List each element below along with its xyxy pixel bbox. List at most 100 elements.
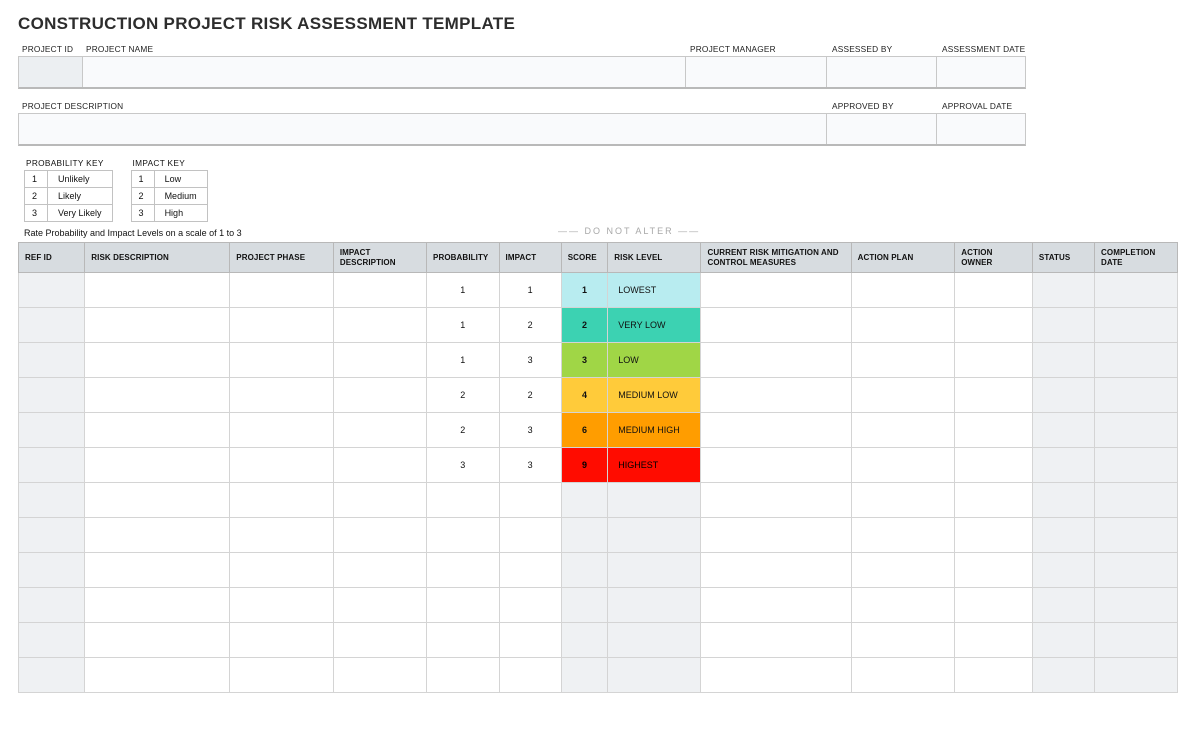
cell-probability[interactable]: 3	[427, 448, 500, 483]
cell-action-plan[interactable]	[851, 588, 955, 623]
cell-completion-date[interactable]	[1095, 623, 1178, 658]
cell-impact[interactable]	[499, 623, 561, 658]
cell-probability[interactable]	[427, 623, 500, 658]
cell-status[interactable]	[1032, 448, 1094, 483]
input-project-id[interactable]	[19, 57, 83, 87]
cell-risk-description[interactable]	[85, 623, 230, 658]
cell-action-plan[interactable]	[851, 623, 955, 658]
cell-impact[interactable]	[499, 658, 561, 693]
cell-ref-id[interactable]	[19, 623, 85, 658]
cell-impact-description[interactable]	[333, 588, 426, 623]
cell-impact-description[interactable]	[333, 413, 426, 448]
cell-risk-description[interactable]	[85, 413, 230, 448]
cell-project-phase[interactable]	[230, 413, 334, 448]
cell-current-mitigation[interactable]	[701, 588, 851, 623]
cell-impact-description[interactable]	[333, 658, 426, 693]
cell-status[interactable]	[1032, 553, 1094, 588]
cell-project-phase[interactable]	[230, 658, 334, 693]
cell-impact[interactable]: 2	[499, 308, 561, 343]
cell-current-mitigation[interactable]	[701, 413, 851, 448]
cell-current-mitigation[interactable]	[701, 308, 851, 343]
cell-action-plan[interactable]	[851, 413, 955, 448]
cell-probability[interactable]: 2	[427, 413, 500, 448]
cell-ref-id[interactable]	[19, 448, 85, 483]
cell-status[interactable]	[1032, 273, 1094, 308]
cell-completion-date[interactable]	[1095, 413, 1178, 448]
cell-current-mitigation[interactable]	[701, 553, 851, 588]
cell-probability[interactable]	[427, 588, 500, 623]
cell-risk-description[interactable]	[85, 658, 230, 693]
cell-current-mitigation[interactable]	[701, 343, 851, 378]
input-approved-by[interactable]	[827, 114, 937, 144]
cell-risk-description[interactable]	[85, 343, 230, 378]
cell-risk-description[interactable]	[85, 448, 230, 483]
cell-completion-date[interactable]	[1095, 483, 1178, 518]
cell-status[interactable]	[1032, 308, 1094, 343]
cell-ref-id[interactable]	[19, 308, 85, 343]
cell-impact-description[interactable]	[333, 623, 426, 658]
cell-completion-date[interactable]	[1095, 658, 1178, 693]
cell-action-owner[interactable]	[955, 448, 1033, 483]
cell-probability[interactable]: 2	[427, 378, 500, 413]
cell-action-plan[interactable]	[851, 518, 955, 553]
cell-action-owner[interactable]	[955, 483, 1033, 518]
cell-action-owner[interactable]	[955, 273, 1033, 308]
cell-probability[interactable]: 1	[427, 273, 500, 308]
input-project-manager[interactable]	[686, 57, 828, 87]
cell-impact-description[interactable]	[333, 343, 426, 378]
cell-action-owner[interactable]	[955, 553, 1033, 588]
cell-completion-date[interactable]	[1095, 553, 1178, 588]
cell-impact-description[interactable]	[333, 448, 426, 483]
cell-impact[interactable]: 2	[499, 378, 561, 413]
cell-ref-id[interactable]	[19, 553, 85, 588]
cell-probability[interactable]	[427, 518, 500, 553]
input-project-description[interactable]	[19, 114, 827, 144]
cell-risk-description[interactable]	[85, 273, 230, 308]
cell-action-owner[interactable]	[955, 378, 1033, 413]
cell-status[interactable]	[1032, 658, 1094, 693]
cell-status[interactable]	[1032, 378, 1094, 413]
input-assessment-date[interactable]	[937, 57, 1025, 87]
cell-project-phase[interactable]	[230, 273, 334, 308]
cell-ref-id[interactable]	[19, 518, 85, 553]
cell-ref-id[interactable]	[19, 378, 85, 413]
cell-risk-description[interactable]	[85, 588, 230, 623]
cell-status[interactable]	[1032, 623, 1094, 658]
cell-ref-id[interactable]	[19, 588, 85, 623]
cell-completion-date[interactable]	[1095, 308, 1178, 343]
cell-impact[interactable]: 3	[499, 413, 561, 448]
cell-action-plan[interactable]	[851, 343, 955, 378]
cell-current-mitigation[interactable]	[701, 448, 851, 483]
cell-action-plan[interactable]	[851, 448, 955, 483]
cell-impact[interactable]: 3	[499, 343, 561, 378]
cell-action-owner[interactable]	[955, 623, 1033, 658]
cell-ref-id[interactable]	[19, 343, 85, 378]
cell-completion-date[interactable]	[1095, 448, 1178, 483]
cell-completion-date[interactable]	[1095, 343, 1178, 378]
input-approval-date[interactable]	[937, 114, 1025, 144]
cell-action-plan[interactable]	[851, 553, 955, 588]
cell-action-plan[interactable]	[851, 378, 955, 413]
cell-status[interactable]	[1032, 588, 1094, 623]
cell-probability[interactable]: 1	[427, 308, 500, 343]
input-assessed-by[interactable]	[827, 57, 937, 87]
cell-current-mitigation[interactable]	[701, 658, 851, 693]
cell-action-owner[interactable]	[955, 658, 1033, 693]
cell-impact[interactable]	[499, 553, 561, 588]
cell-probability[interactable]	[427, 483, 500, 518]
cell-project-phase[interactable]	[230, 448, 334, 483]
cell-impact[interactable]	[499, 483, 561, 518]
cell-action-owner[interactable]	[955, 308, 1033, 343]
cell-ref-id[interactable]	[19, 273, 85, 308]
cell-probability[interactable]: 1	[427, 343, 500, 378]
cell-impact[interactable]: 3	[499, 448, 561, 483]
cell-status[interactable]	[1032, 518, 1094, 553]
cell-action-owner[interactable]	[955, 588, 1033, 623]
cell-project-phase[interactable]	[230, 308, 334, 343]
cell-ref-id[interactable]	[19, 483, 85, 518]
cell-probability[interactable]	[427, 658, 500, 693]
cell-impact-description[interactable]	[333, 378, 426, 413]
cell-completion-date[interactable]	[1095, 518, 1178, 553]
cell-action-plan[interactable]	[851, 273, 955, 308]
cell-project-phase[interactable]	[230, 553, 334, 588]
